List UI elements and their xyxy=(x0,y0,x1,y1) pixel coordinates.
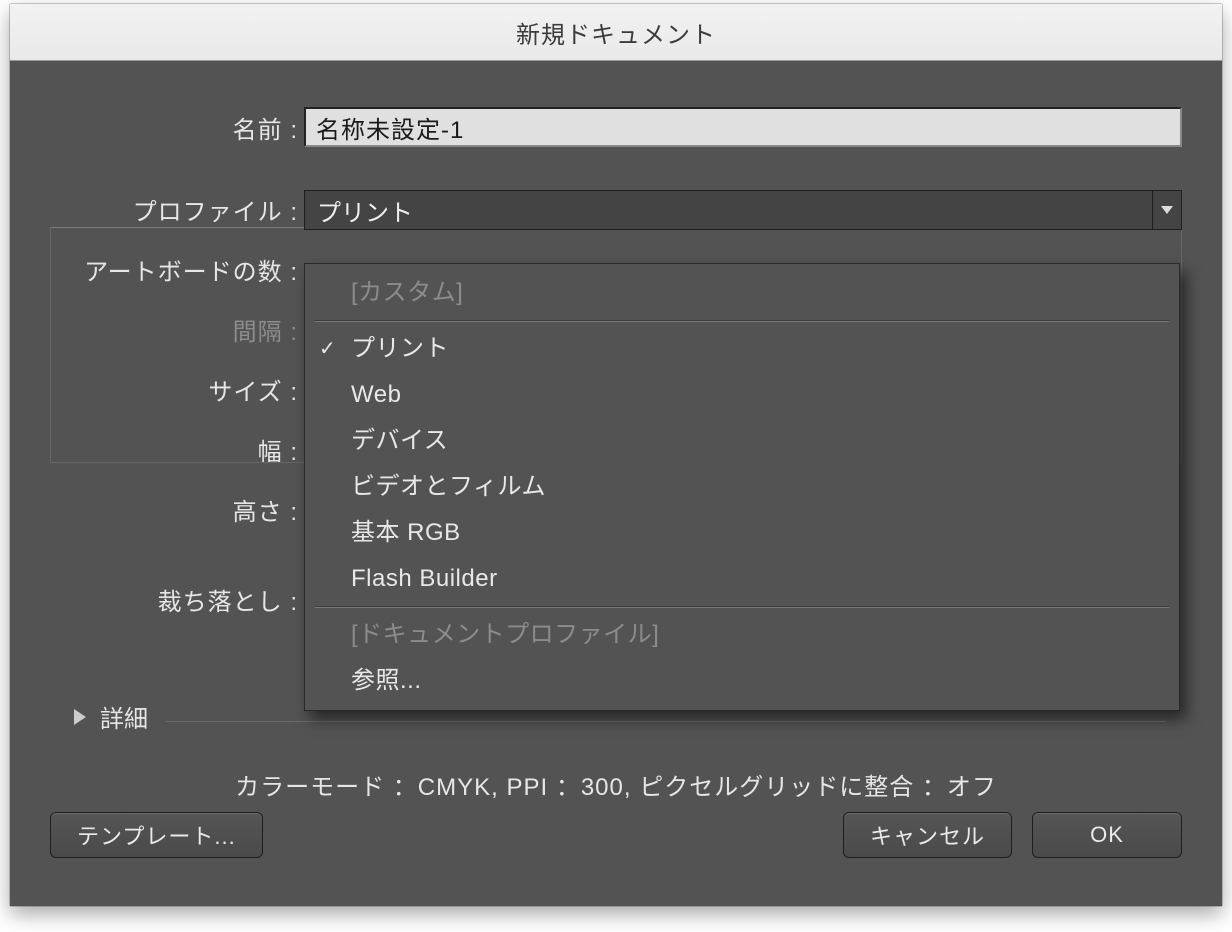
height-label: 高さ : xyxy=(50,492,304,527)
dropdown-separator xyxy=(315,606,1169,608)
dropdown-item-basic-rgb[interactable]: 基本 RGB xyxy=(305,510,1179,556)
dropdown-item-flash-builder[interactable]: Flash Builder xyxy=(305,556,1179,602)
profile-label: プロファイル : xyxy=(50,192,304,227)
size-label: サイズ : xyxy=(50,372,304,407)
name-row: 名前 : xyxy=(50,97,1182,157)
dropdown-item-devices[interactable]: デバイス xyxy=(305,418,1179,464)
dropdown-item-video-film[interactable]: ビデオとフィルム xyxy=(305,464,1179,510)
dropdown-doc-profile-header: [ドキュメントプロファイル] xyxy=(305,612,1179,658)
disclosure-triangle-icon xyxy=(74,709,86,725)
profile-select[interactable]: プリント xyxy=(304,190,1182,230)
dropdown-item-browse[interactable]: 参照... xyxy=(305,658,1179,704)
dropdown-separator xyxy=(315,320,1169,322)
name-input[interactable] xyxy=(304,107,1182,147)
profile-dropdown-list[interactable]: [カスタム] ✓ プリント Web デバイス ビデオとフィルム 基本 RGB F… xyxy=(304,263,1180,711)
document-summary: カラーモード ：CMYK, PPI ：300, ピクセルグリッドに整合 ：オフ xyxy=(10,767,1222,802)
chevron-down-icon xyxy=(1152,191,1181,229)
new-document-dialog: 新規ドキュメント 名前 : プロファイル : プリント アートボードの数 : 間… xyxy=(10,4,1222,906)
dialog-title: 新規ドキュメント xyxy=(516,15,716,50)
spacing-label: 間隔 : xyxy=(50,312,304,347)
bleed-label: 裁ち落とし : xyxy=(50,582,304,617)
ok-button[interactable]: OK xyxy=(1032,812,1182,858)
name-label: 名前 : xyxy=(50,110,304,145)
template-button[interactable]: テンプレート... xyxy=(50,812,263,858)
details-label: 詳細 xyxy=(100,699,148,734)
dropdown-custom-header: [カスタム] xyxy=(305,270,1179,316)
width-label: 幅 : xyxy=(50,432,304,467)
check-icon: ✓ xyxy=(319,334,336,364)
dialog-body: 名前 : プロファイル : プリント アートボードの数 : 間隔 : サイズ :… xyxy=(10,61,1222,629)
dialog-titlebar: 新規ドキュメント xyxy=(10,4,1222,61)
dropdown-item-print[interactable]: ✓ プリント xyxy=(305,326,1179,372)
profile-select-value: プリント xyxy=(317,193,413,228)
dropdown-item-web[interactable]: Web xyxy=(305,372,1179,418)
cancel-button[interactable]: キャンセル xyxy=(843,812,1012,858)
details-disclosure[interactable]: 詳細 xyxy=(74,699,148,734)
profile-row: プロファイル : プリント xyxy=(50,179,1182,239)
dialog-button-row: テンプレート... キャンセル OK xyxy=(50,810,1182,860)
details-separator xyxy=(166,721,1166,722)
artboards-label: アートボードの数 : xyxy=(50,252,304,287)
